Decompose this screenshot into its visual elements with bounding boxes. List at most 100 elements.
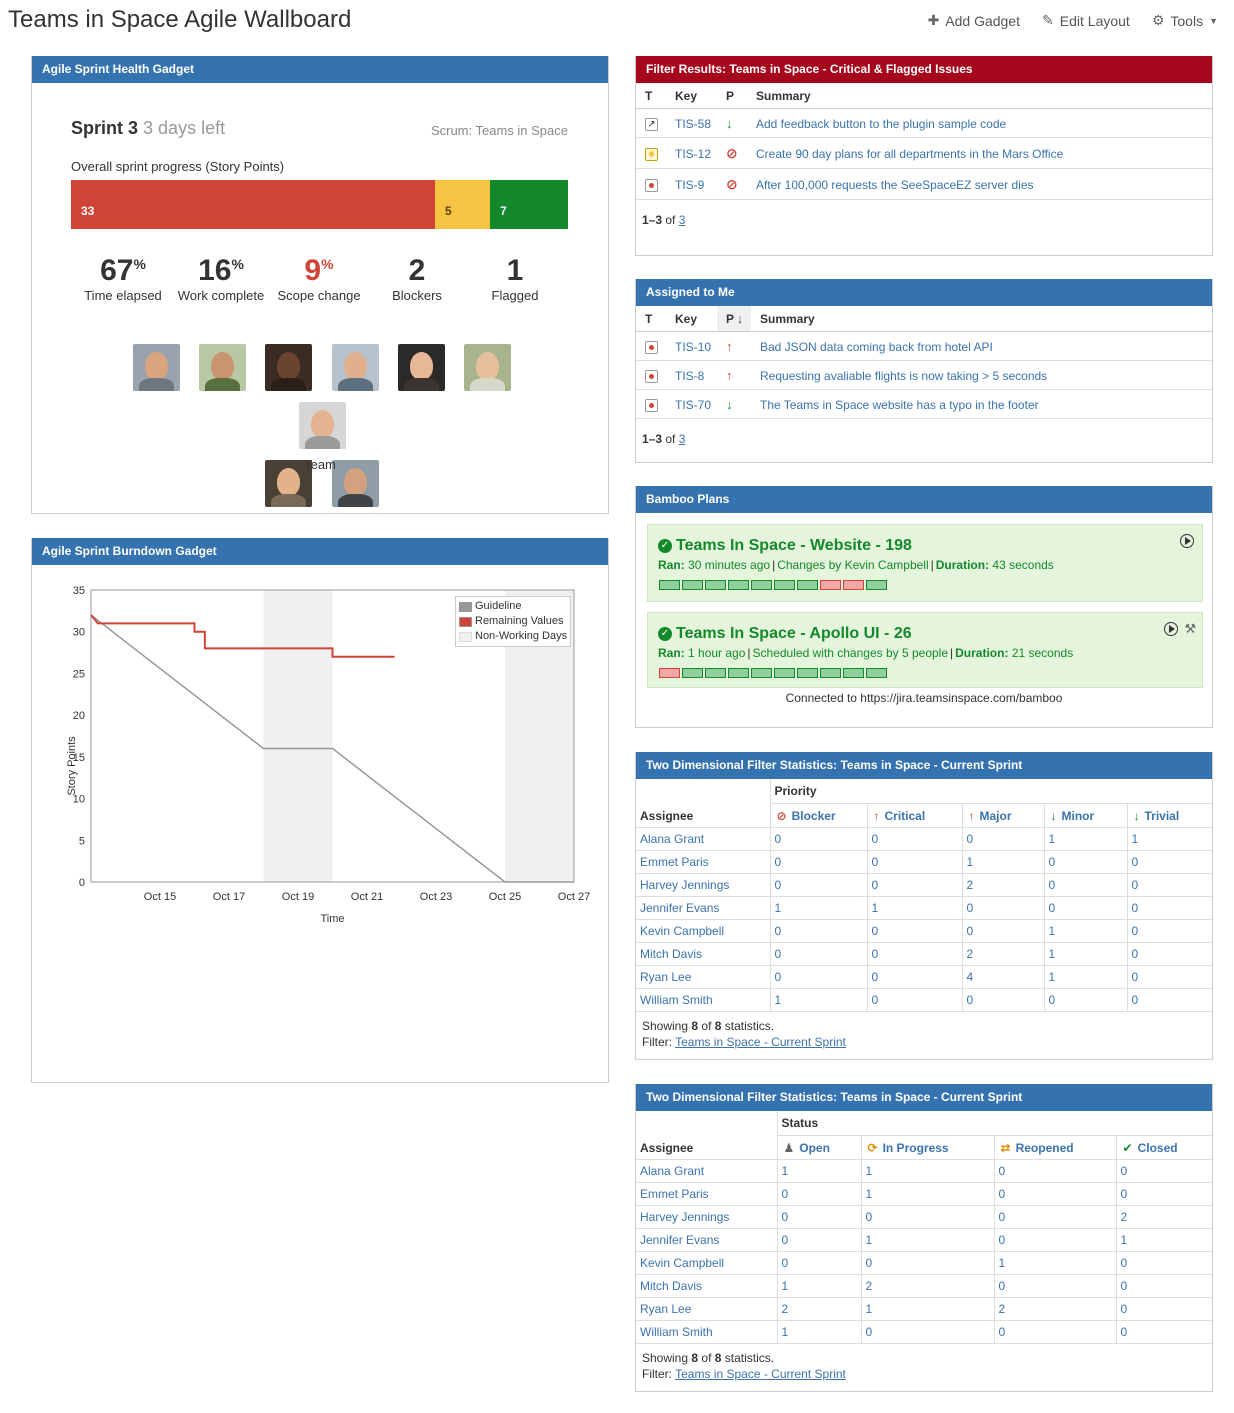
column-header-closed[interactable]: ✔ Closed: [1115, 1134, 1212, 1160]
stat-count-link[interactable]: 0: [1126, 941, 1212, 966]
build-success-block[interactable]: [751, 668, 772, 678]
issue-key[interactable]: TIS-12: [666, 137, 717, 169]
stat-count-link[interactable]: 0: [1043, 849, 1128, 874]
assignee-link[interactable]: Emmet Paris: [636, 1181, 778, 1206]
issue-key[interactable]: TIS-8: [666, 360, 717, 390]
build-success-block[interactable]: [751, 580, 772, 590]
stat-count-link[interactable]: 0: [866, 941, 963, 966]
stat-count-link[interactable]: 0: [860, 1319, 995, 1344]
stat-count-link[interactable]: 0: [776, 1250, 862, 1275]
column-header-critical[interactable]: ↑ Critical: [866, 802, 963, 828]
issue-summary-link[interactable]: After 100,000 requests the SeeSpaceEZ se…: [756, 178, 1034, 192]
stat-count-link[interactable]: 0: [769, 918, 868, 943]
stat-count-link[interactable]: 0: [993, 1204, 1117, 1229]
stat-count-link[interactable]: 1: [860, 1158, 995, 1183]
issue-key-link[interactable]: TIS-10: [675, 340, 711, 354]
stat-count-link[interactable]: 1: [961, 849, 1045, 874]
stat-count-link[interactable]: 1: [860, 1181, 995, 1206]
run-plan-icon[interactable]: [1164, 622, 1178, 636]
plan-title[interactable]: ✓ Teams In Space - Apollo UI - 26: [658, 625, 912, 643]
avatar[interactable]: [298, 402, 346, 449]
stat-count-link[interactable]: 2: [776, 1296, 862, 1321]
stat-count-link[interactable]: 0: [866, 872, 963, 897]
assignee-link[interactable]: Harvey Jennings: [636, 1204, 778, 1229]
issue-key[interactable]: TIS-58: [666, 108, 717, 138]
issue-summary[interactable]: Create 90 day plans for all departments …: [747, 137, 1212, 169]
stat-count-link[interactable]: 2: [1115, 1204, 1212, 1229]
table-row[interactable]: TIS-8 ↑ Requesting avaliable flights is …: [636, 360, 1212, 390]
issue-summary-link[interactable]: The Teams in Space website has a typo in…: [760, 398, 1039, 412]
stat-count-link[interactable]: 0: [866, 849, 963, 874]
stat-count-link[interactable]: 0: [1126, 849, 1212, 874]
column-header[interactable]: T: [636, 306, 666, 332]
avatar[interactable]: [398, 344, 446, 391]
assignee-link[interactable]: Kevin Campbell: [636, 1250, 778, 1275]
stat-count-link[interactable]: 0: [1043, 987, 1128, 1012]
assignee-link[interactable]: Ryan Lee: [636, 964, 771, 989]
stat-count-link[interactable]: 0: [961, 895, 1045, 920]
issue-key[interactable]: TIS-70: [666, 389, 717, 419]
build-success-block[interactable]: [774, 580, 795, 590]
column-header-sorted[interactable]: P ↓: [717, 306, 751, 332]
build-success-block[interactable]: [797, 668, 818, 678]
issue-key[interactable]: TIS-9: [666, 168, 717, 200]
stat-count-link[interactable]: 0: [1126, 895, 1212, 920]
table-row[interactable]: TIS-10 ↑ Bad JSON data coming back from …: [636, 331, 1212, 361]
issue-key-link[interactable]: TIS-8: [675, 369, 704, 383]
stat-count-link[interactable]: 0: [769, 872, 868, 897]
stat-count-link[interactable]: 0: [769, 941, 868, 966]
stat-count-link[interactable]: 0: [769, 964, 868, 989]
stat-count-link[interactable]: 1: [1043, 918, 1128, 943]
stat-count-link[interactable]: 0: [993, 1181, 1117, 1206]
stat-count-link[interactable]: 1: [1043, 941, 1128, 966]
issue-summary-link[interactable]: Create 90 day plans for all departments …: [756, 147, 1063, 161]
stat-count-link[interactable]: 0: [860, 1250, 995, 1275]
stat-count-link[interactable]: 0: [961, 987, 1045, 1012]
build-success-block[interactable]: [843, 668, 864, 678]
stat-count-link[interactable]: 0: [1115, 1273, 1212, 1298]
issue-summary[interactable]: Requesting avaliable flights is now taki…: [751, 360, 1212, 390]
stat-count-link[interactable]: 0: [993, 1273, 1117, 1298]
stat-count-link[interactable]: 1: [860, 1296, 995, 1321]
run-plan-icon[interactable]: [1180, 534, 1194, 548]
stat-count-link[interactable]: 0: [776, 1204, 862, 1229]
stat-count-link[interactable]: 2: [993, 1296, 1117, 1321]
assignee-link[interactable]: Emmet Paris: [636, 849, 771, 874]
stat-count-link[interactable]: 1: [866, 895, 963, 920]
stat-count-link[interactable]: 0: [866, 987, 963, 1012]
issue-summary[interactable]: Add feedback button to the plugin sample…: [747, 108, 1212, 138]
table-row[interactable]: TIS-12 ⊘ Create 90 day plans for all dep…: [636, 137, 1212, 169]
assignee-link[interactable]: Kevin Campbell: [636, 918, 771, 943]
issue-key[interactable]: TIS-10: [666, 331, 717, 361]
column-header-blocker[interactable]: ⊘ Blocker: [769, 802, 868, 828]
build-success-block[interactable]: [866, 668, 887, 678]
pager-total-link[interactable]: 3: [679, 213, 686, 227]
build-success-block[interactable]: [866, 580, 887, 590]
assignee-link[interactable]: Harvey Jennings: [636, 872, 771, 897]
stat-count-link[interactable]: 0: [1115, 1158, 1212, 1183]
stat-count-link[interactable]: 1: [769, 987, 868, 1012]
build-success-block[interactable]: [728, 668, 749, 678]
stat-count-link[interactable]: 1: [860, 1227, 995, 1252]
build-failed-block[interactable]: [659, 668, 680, 678]
stat-count-link[interactable]: 0: [1126, 987, 1212, 1012]
sprint-name[interactable]: Sprint 3: [71, 118, 138, 138]
stat-count-link[interactable]: 0: [1115, 1181, 1212, 1206]
stat-count-link[interactable]: 0: [993, 1158, 1117, 1183]
stat-count-link[interactable]: 0: [1126, 964, 1212, 989]
build-success-block[interactable]: [705, 668, 726, 678]
stat-count-link[interactable]: 0: [866, 918, 963, 943]
assignee-link[interactable]: Jennifer Evans: [636, 895, 771, 920]
build-success-block[interactable]: [682, 580, 703, 590]
build-failed-block[interactable]: [820, 580, 841, 590]
pager-total-link[interactable]: 3: [679, 432, 686, 446]
plan-title[interactable]: ✓ Teams In Space - Website - 198: [658, 537, 912, 555]
column-header-reopened[interactable]: ⇄ Reopened: [993, 1134, 1117, 1160]
tools-button[interactable]: ⚙ Tools ▼: [1152, 12, 1218, 29]
stat-count-link[interactable]: 0: [769, 849, 868, 874]
filter-link[interactable]: Teams in Space - Current Sprint: [675, 1035, 846, 1049]
issue-key-link[interactable]: TIS-58: [675, 117, 711, 131]
stat-count-link[interactable]: 0: [961, 826, 1045, 851]
stat-count-link[interactable]: 0: [1126, 918, 1212, 943]
avatar[interactable]: [265, 344, 313, 391]
